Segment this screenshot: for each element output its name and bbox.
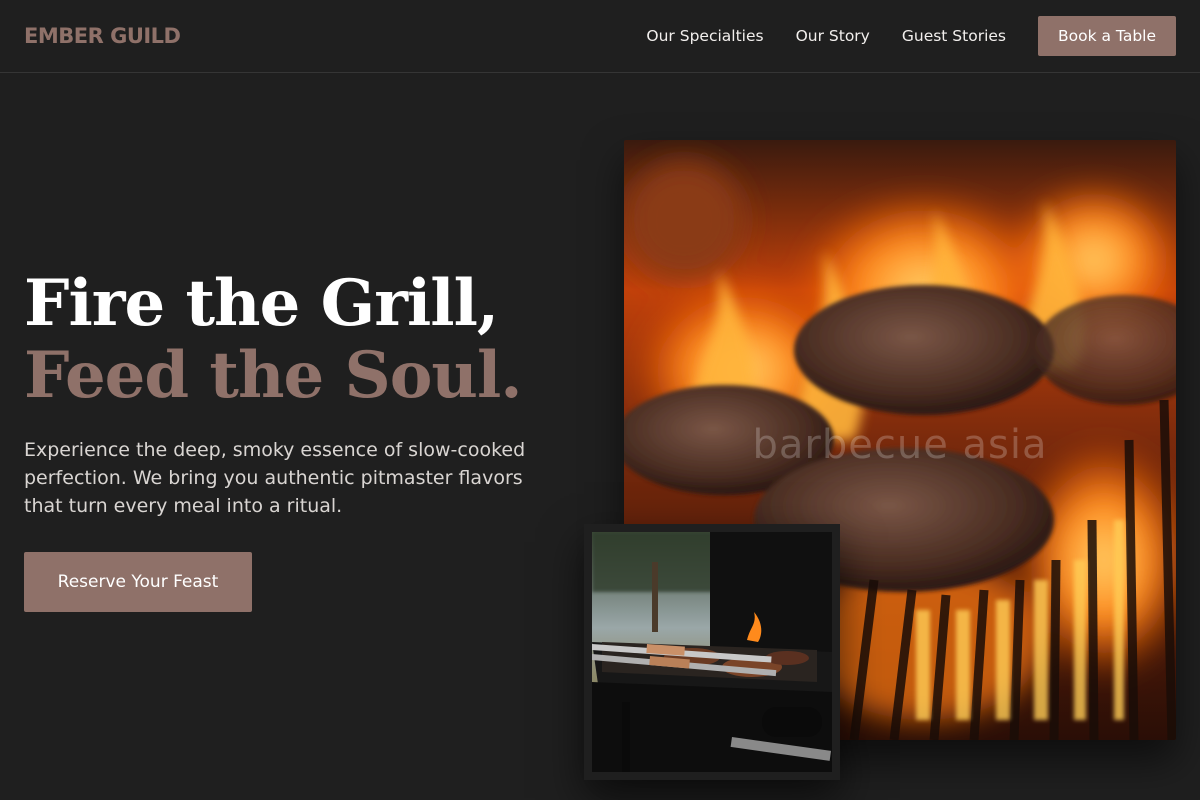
nav-link-our-specialties[interactable]: Our Specialties xyxy=(646,27,763,45)
grill-tongs-illustration xyxy=(592,532,832,772)
nav-link-guest-stories[interactable]: Guest Stories xyxy=(902,27,1006,45)
hero-title-line-1: Fire the Grill, xyxy=(24,266,499,341)
top-navigation: EMBER GUILD Our Specialties Our Story Gu… xyxy=(0,0,1200,73)
hero-title: Fire the Grill, Feed the Soul. xyxy=(24,266,523,413)
hero-title-line-2: Feed the Soul. xyxy=(24,338,523,413)
image-watermark: barbecue asia xyxy=(752,422,1048,468)
reserve-feast-button[interactable]: Reserve Your Feast xyxy=(24,552,252,612)
book-table-button[interactable]: Book a Table xyxy=(1038,16,1176,56)
brand-logo[interactable]: EMBER GUILD xyxy=(24,24,181,48)
hero-description: Experience the deep, smoky essence of sl… xyxy=(24,439,526,517)
nav-link-our-story[interactable]: Our Story xyxy=(796,27,870,45)
nav-links: Our Specialties Our Story Guest Stories … xyxy=(614,16,1176,56)
grill-tongs-photo xyxy=(584,524,840,780)
landing-page: EMBER GUILD Our Specialties Our Story Gu… xyxy=(0,0,1200,800)
